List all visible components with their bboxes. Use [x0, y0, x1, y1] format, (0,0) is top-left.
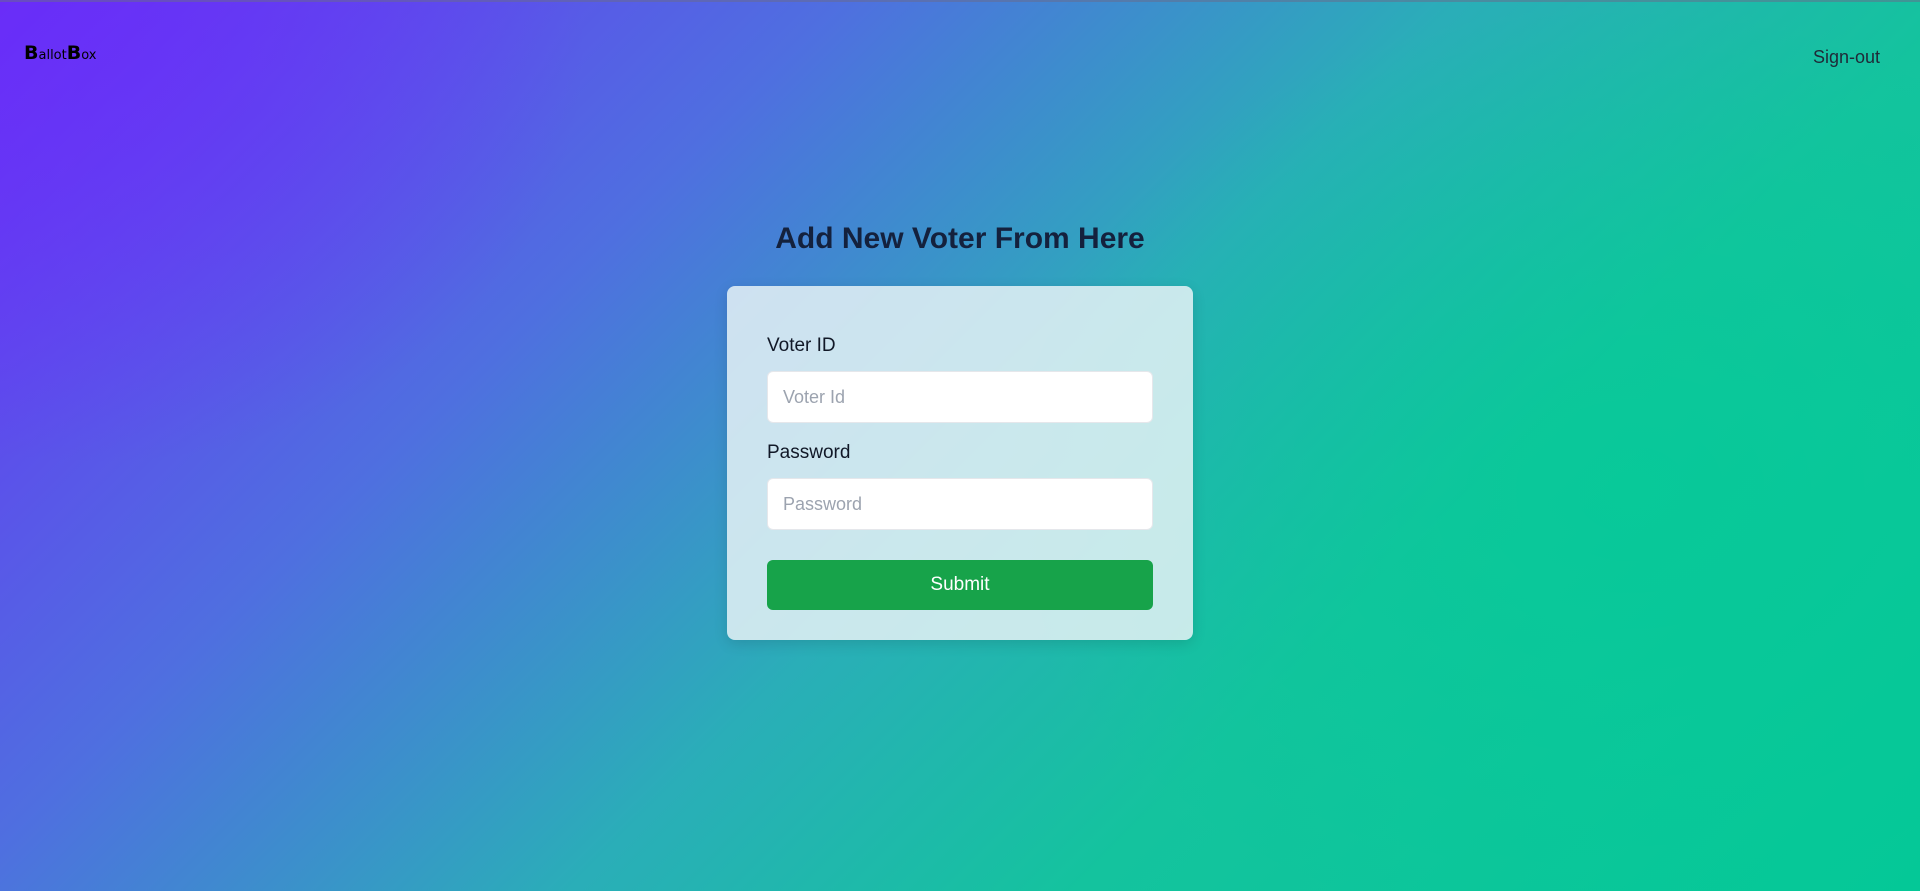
voter-id-input[interactable]	[767, 371, 1153, 423]
logo-text-ox: ox	[81, 48, 97, 63]
add-voter-form: Voter ID Password Submit	[727, 286, 1193, 640]
voter-id-label: Voter ID	[767, 335, 836, 356]
signout-link[interactable]: Sign-out	[1813, 47, 1880, 68]
logo-letter-b1: B	[24, 42, 39, 64]
submit-button[interactable]: Submit	[767, 560, 1153, 610]
logo-text-allot: allot	[38, 48, 67, 63]
navbar: B allot B ox Sign-out	[0, 0, 1920, 110]
brand-logo[interactable]: B allot B ox	[24, 44, 96, 63]
page-title: Add New Voter From Here	[775, 222, 1145, 255]
logo-letter-b2: B	[66, 42, 82, 64]
password-label: Password	[767, 442, 851, 463]
password-input[interactable]	[767, 478, 1153, 530]
